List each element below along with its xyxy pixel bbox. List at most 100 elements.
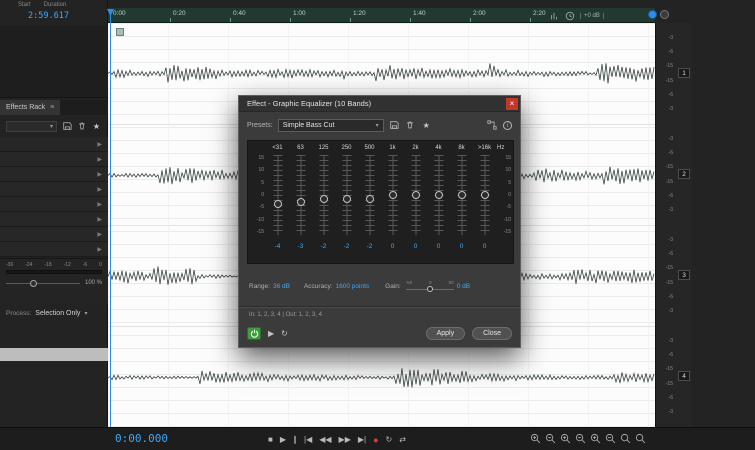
eq-band-slider[interactable] [297,198,305,206]
gain-slider[interactable]: -50050 [406,280,454,293]
effects-rack-slot[interactable]: ▶ [0,212,108,227]
fast-forward-button[interactable]: ▶▶ [339,435,351,444]
mix-slider-knob[interactable] [30,280,37,287]
track-number-badge: 2 [678,169,690,179]
rewind-button[interactable]: ◀◀ [319,435,331,444]
zoom-out-icon[interactable] [545,433,556,444]
eq-band-slider[interactable] [320,195,328,203]
move-next-button[interactable]: ▶| [358,435,366,444]
close-button[interactable]: Close [472,327,512,340]
equalizer-panel: <31631252505001k2k4k8k>16k Hz 151050-5-1… [247,140,514,264]
meter-icon[interactable] [548,10,559,21]
preview-play-button[interactable]: ▶ [268,327,274,340]
eq-band [381,155,404,235]
dialog-titlebar[interactable]: Effect - Graphic Equalizer (10 Bands) × [239,96,520,112]
loop-playback-button[interactable]: ↻ [386,435,393,444]
apply-button[interactable]: Apply [426,327,466,340]
mix-slider[interactable] [6,283,80,284]
eq-band-value[interactable]: -3 [289,243,312,250]
db-label: -15 [656,63,673,69]
zoom-in-icon[interactable] [530,433,541,444]
amplitude-ruler[interactable]: -3-6-15-15-6-31-3-6-15-15-6-32-3-6-15-15… [655,23,692,427]
eq-band-slider[interactable] [343,195,351,203]
channel-routing-icon[interactable] [486,120,497,131]
play-button[interactable]: ▶ [280,435,286,444]
skip-selection-button[interactable]: ⇄ [399,435,406,444]
rack-meter-section: -36-24-18-12-60 100 % [0,258,108,304]
eq-band-value[interactable]: -2 [335,243,358,250]
zoom-full-icon[interactable] [635,433,646,444]
eq-band-value[interactable]: 0 [427,243,450,250]
eq-band-sliders [266,155,496,235]
db-scale-label: 0 [498,192,511,198]
rack-delete-icon[interactable] [76,121,87,132]
transport-controls: ■ ▶ ∥ |◀ ◀◀ ▶▶ ▶| ● ↻ ⇄ [268,431,406,448]
band-frequency-label: 63 [289,145,312,151]
eq-band-value[interactable]: -2 [312,243,335,250]
rack-preset-dropdown[interactable]: ▾ [6,121,57,132]
clock-icon[interactable] [564,10,575,21]
info-icon[interactable]: i [503,121,512,130]
meter-scale-label: 0 [99,262,102,268]
effects-rack-slot[interactable]: ▶ [0,227,108,242]
eq-band-value[interactable]: -2 [358,243,381,250]
presets-dropdown[interactable]: Simple Bass Cut ▾ [278,119,384,132]
eq-band-slider[interactable] [389,191,397,199]
tick-label: 0:40 [233,10,246,17]
stop-button[interactable]: ■ [268,435,273,444]
monitor-gain-readout[interactable]: +0 dB [580,13,604,19]
move-previous-button[interactable]: |◀ [304,435,312,444]
gain-slider-knob[interactable] [427,286,433,292]
eq-band-value[interactable]: 0 [450,243,473,250]
effects-rack-slot[interactable]: ▶ [0,137,108,152]
eq-band-value[interactable]: -4 [266,243,289,250]
zoom-out-time-icon[interactable] [575,433,586,444]
record-button[interactable]: ● [373,435,378,445]
panel-menu-icon[interactable]: ≡ [50,100,54,115]
effect-power-toggle[interactable] [247,327,261,340]
accuracy-value[interactable]: 1600 points [336,283,370,290]
eq-band-value[interactable]: 0 [473,243,496,250]
zoom-in-amplitude-icon[interactable] [590,433,601,444]
eq-band-slider[interactable] [458,191,466,199]
tab-effects-rack[interactable]: Effects Rack ≡ [0,100,60,115]
preview-loop-button[interactable]: ↻ [281,327,288,340]
presets-label: Presets: [247,122,273,129]
zoom-to-selection-icon[interactable] [620,433,631,444]
track-number-badge: 3 [678,270,690,280]
save-preset-icon[interactable] [389,120,400,131]
eq-band-slider[interactable] [412,191,420,199]
eq-band-slider[interactable] [435,191,443,199]
eq-band-slider[interactable] [366,195,374,203]
rack-save-icon[interactable] [61,121,72,132]
pause-button[interactable]: ∥ [293,435,297,444]
eq-band [335,155,358,235]
playhead-time-display[interactable]: 0:00.000 [115,432,168,445]
playhead[interactable] [110,9,111,427]
monitor-output-icon[interactable] [660,10,669,19]
effects-rack-slot[interactable]: ▶ [0,197,108,212]
dialog-title: Effect - Graphic Equalizer (10 Bands) [247,99,371,108]
zoom-in-time-icon[interactable] [560,433,571,444]
monitor-input-icon[interactable] [648,10,657,19]
delete-preset-icon[interactable] [405,120,416,131]
history-panel [0,26,108,98]
amplitude-scale: -3-6-15-15-6-3 [656,124,673,225]
eq-band-value[interactable]: 0 [404,243,427,250]
effects-rack-slot[interactable]: ▶ [0,182,108,197]
effects-rack-slot[interactable]: ▶ [0,152,108,167]
rack-favorite-icon[interactable]: ★ [91,121,102,132]
eq-band-value[interactable]: 0 [381,243,404,250]
eq-band-slider[interactable] [481,191,489,199]
effects-rack-slot[interactable]: ▶ [0,242,108,257]
process-mode-dropdown[interactable]: Selection Only [35,310,80,317]
db-label: -15 [656,366,673,372]
gain-value[interactable]: 0 dB [457,283,470,290]
eq-band-slider[interactable] [274,200,282,208]
close-icon[interactable]: × [506,98,518,110]
favorite-preset-icon[interactable]: ★ [421,120,432,131]
effects-rack-slot[interactable]: ▶ [0,167,108,182]
db-scale-label: -15 [251,229,264,235]
range-value[interactable]: 36 dB [273,283,290,290]
zoom-out-amplitude-icon[interactable] [605,433,616,444]
